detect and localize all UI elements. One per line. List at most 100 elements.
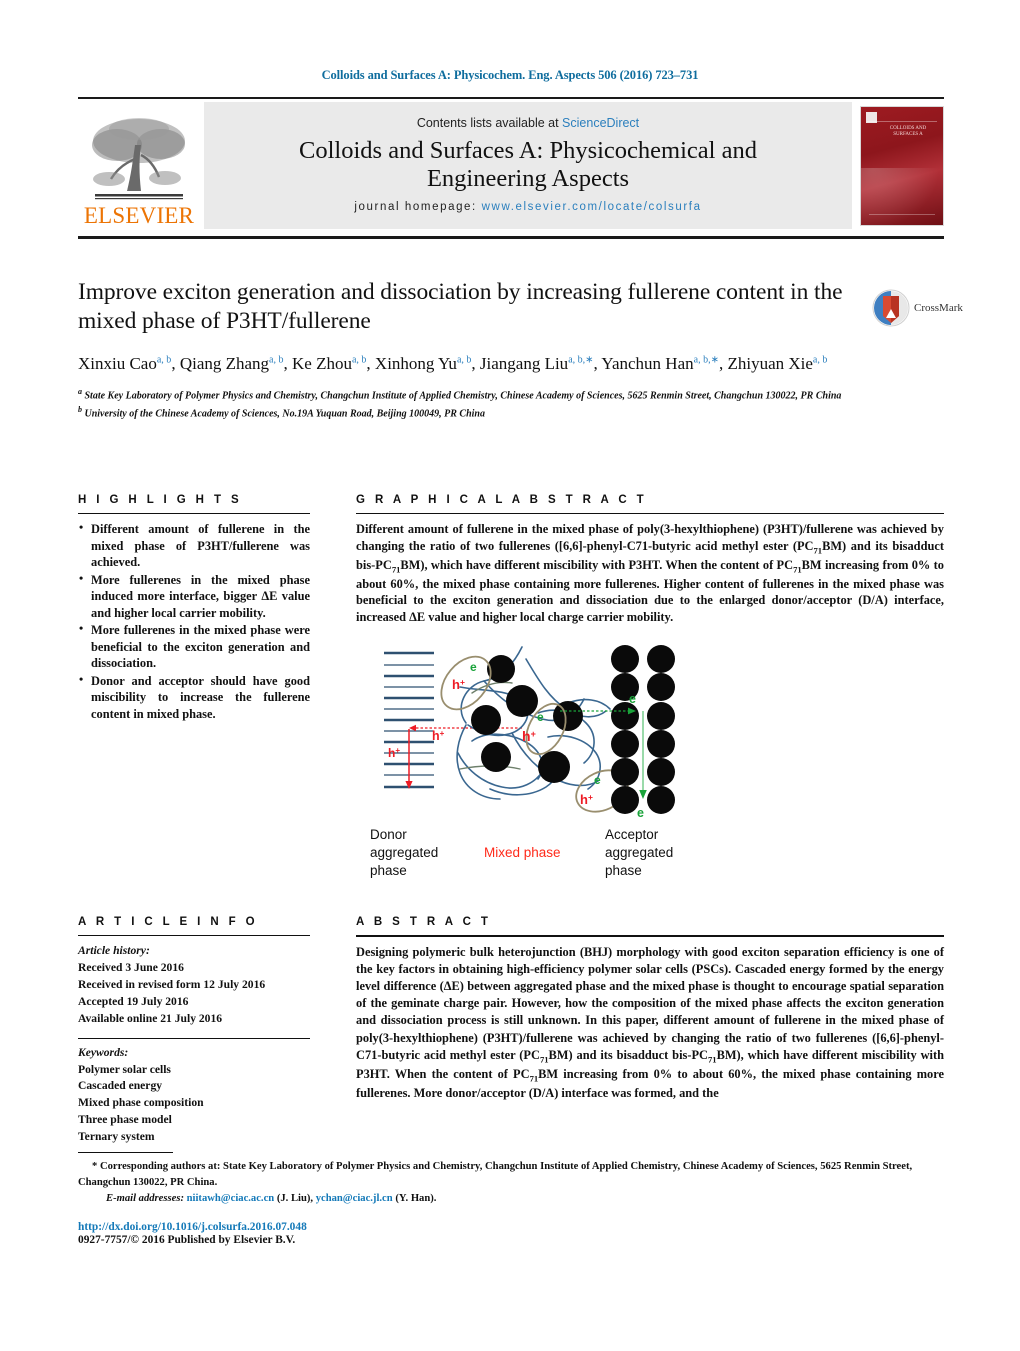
keyword-item: Cascaded energy: [78, 1079, 163, 1093]
journal-masthead: ELSEVIER Contents lists available at Sci…: [78, 97, 944, 229]
masthead-bottom-rule: [78, 236, 944, 239]
graphical-abstract-figure: h+ h+ e h+ e h+ e h+ e e Donor aggregate…: [362, 641, 702, 891]
abstract-paragraph: Designing polymeric bulk heterojunction …: [356, 945, 944, 1101]
contents-prefix: Contents lists available at: [416, 116, 563, 131]
exciton-bottom-hole-label: h+: [580, 792, 593, 807]
donor-phase-caption-line1: Donor: [370, 827, 407, 842]
email-label: E-mail addresses:: [106, 1192, 184, 1204]
highlights-list: Different amount of fullerene in the mix…: [78, 520, 310, 722]
electron-transport-arrow: [639, 711, 647, 800]
elsevier-wordmark: ELSEVIER: [83, 203, 195, 228]
article-history-item: Available online 21 July 2016: [78, 1011, 223, 1025]
acceptor-dot: [647, 758, 675, 787]
page-title: Improve exciton generation and dissociat…: [78, 279, 843, 334]
cover-top-rule: [867, 112, 937, 122]
sciencedirect-link[interactable]: ScienceDirect: [562, 116, 639, 130]
acceptor-phase-caption-line2: aggregated: [605, 845, 673, 860]
email-note: E-mail addresses: niitawh@ciac.ac.cn (J.…: [78, 1191, 944, 1207]
highlights-rule: [78, 513, 310, 514]
fullerene-dot: [481, 742, 511, 773]
acceptor-bottom-electron-label: e: [637, 806, 644, 820]
acceptor-dot: [647, 673, 675, 702]
article-history-item: Accepted 19 July 2016: [78, 994, 189, 1008]
affiliation-list: a State Key Laboratory of Polymer Physic…: [78, 386, 868, 421]
journal-title-line2: Engineering Aspects: [426, 164, 630, 192]
journal-homepage-url[interactable]: www.elsevier.com/locate/colsurfa: [482, 201, 702, 213]
acceptor-dot: [611, 730, 639, 759]
journal-title-line1: Colloids and Surfaces A: Physicochemical…: [299, 137, 757, 165]
exciton-mid-electron-label: e: [537, 710, 544, 724]
email-link-2[interactable]: ychan@ciac.jl.cn: [316, 1193, 393, 1204]
elsevier-logo: ELSEVIER: [78, 102, 200, 229]
author-name: Qiang Zhang: [179, 354, 270, 374]
author-name: Jiangang Liu: [479, 354, 569, 374]
donor-hole-transport-arrow: [405, 729, 413, 790]
keywords-label: Keywords:: [78, 1045, 129, 1059]
elsevier-tree-icon: [92, 118, 185, 200]
subscript: 71: [529, 1073, 539, 1084]
author-list: Xinxiu Caoa, b, Qiang Zhanga, b, Ke Zhou…: [78, 354, 828, 374]
mixed-phase-caption: Mixed phase: [484, 845, 561, 860]
keyword-item: Polymer solar cells: [78, 1062, 171, 1076]
affiliation-item: a State Key Laboratory of Polymer Physic…: [78, 387, 842, 402]
graphical-abstract-rule: [356, 513, 944, 514]
fullerene-dot: [538, 751, 570, 784]
highlights-section: H I G H L I G H T S Different amount of …: [78, 494, 310, 723]
author-affiliation-mark: a, b,∗: [568, 354, 594, 366]
abstract-rule: [356, 935, 944, 937]
graphical-abstract-paragraph: Different amount of fullerene in the mix…: [356, 522, 944, 624]
email-owner-1: (J. Liu),: [276, 1192, 314, 1204]
exciton-mid-hole-label: h+: [522, 728, 536, 744]
author-name: Ke Zhou: [292, 354, 352, 374]
affiliation-item: b University of the Chinese Academy of S…: [78, 404, 485, 420]
crossmark-label: CrossMark: [914, 302, 963, 314]
author-affiliation-mark: a, b: [351, 354, 367, 366]
subscript: 71: [793, 564, 802, 575]
journal-homepage-label: journal homepage:: [354, 200, 477, 213]
keywords-block: Keywords: Polymer solar cells Cascaded en…: [78, 1045, 310, 1147]
highlight-item: More fullerenes in the mixed phase induc…: [78, 571, 310, 622]
corresponding-author-note: * Corresponding authors at: State Key La…: [78, 1159, 944, 1191]
running-head: Colloids and Surfaces A: Physicochem. En…: [321, 68, 699, 82]
exciton-top-hole-label: h+: [452, 677, 465, 692]
graphical-abstract-section: G R A P H I C A L A B S T R A C T Differ…: [356, 494, 944, 891]
donor-hole-label: h+: [388, 746, 400, 760]
email-owner-2: (Y. Han).: [395, 1192, 437, 1204]
acceptor-dot: [647, 730, 675, 759]
author-name: Yanchun Han: [601, 354, 694, 374]
doi-link[interactable]: http://dx.doi.org/10.1016/j.colsurfa.201…: [78, 1221, 944, 1233]
acceptor-dot: [647, 645, 675, 674]
cover-bottom-rule: [869, 213, 935, 219]
journal-cover-thumbnail: COLLOIDS AND SURFACES A: [860, 105, 944, 226]
author-name: Xinxiu Cao: [78, 354, 157, 374]
fullerene-dot: [506, 685, 538, 718]
corresponding-author-text: * Corresponding authors at: State Key La…: [78, 1161, 913, 1188]
author-affiliation-mark: a, b: [269, 354, 284, 366]
subscript: 71: [391, 564, 401, 575]
fullerene-dot: [471, 705, 501, 736]
article-info-rule: [78, 935, 310, 936]
subscript: 71: [539, 1054, 549, 1065]
crossmark-icon: [872, 289, 910, 327]
keyword-item: Mixed phase composition: [78, 1096, 204, 1110]
three-phase-model-diagram: h+ h+ e h+ e h+ e h+ e e Donor aggregate…: [370, 645, 675, 878]
author-name: Zhiyuan Xie: [727, 354, 813, 374]
journal-homepage-line: journal homepage: www.elsevier.com/locat…: [354, 201, 701, 213]
issn-copyright-line: 0927-7757/© 2016 Published by Elsevier B…: [78, 1233, 296, 1246]
journal-title: Colloids and Surfaces A: Physicochemical…: [299, 137, 757, 192]
footnote-rule: [78, 1152, 173, 1153]
exciton-top-electron-label: e: [470, 660, 477, 674]
acceptor-dot: [611, 702, 639, 731]
graphical-abstract-heading: G R A P H I C A L A B S T R A C T: [356, 494, 648, 506]
acceptor-phase-caption-line1: Acceptor: [605, 827, 659, 842]
acceptor-phase-caption-line3: phase: [605, 863, 642, 878]
keywords-list: Polymer solar cells Cascaded energy Mixed …: [78, 1062, 310, 1147]
keyword-item: Three phase model: [78, 1113, 172, 1127]
acceptor-top-electron-label: e: [629, 692, 636, 706]
acceptor-dot: [647, 702, 675, 731]
keyword-item: Ternary system: [78, 1130, 155, 1144]
crossmark-badge[interactable]: CrossMark: [872, 288, 968, 328]
page-footer: * Corresponding authors at: State Key La…: [78, 1152, 944, 1246]
acceptor-dot: [611, 786, 639, 815]
email-link-1[interactable]: niitawh@ciac.ac.cn: [187, 1193, 275, 1204]
